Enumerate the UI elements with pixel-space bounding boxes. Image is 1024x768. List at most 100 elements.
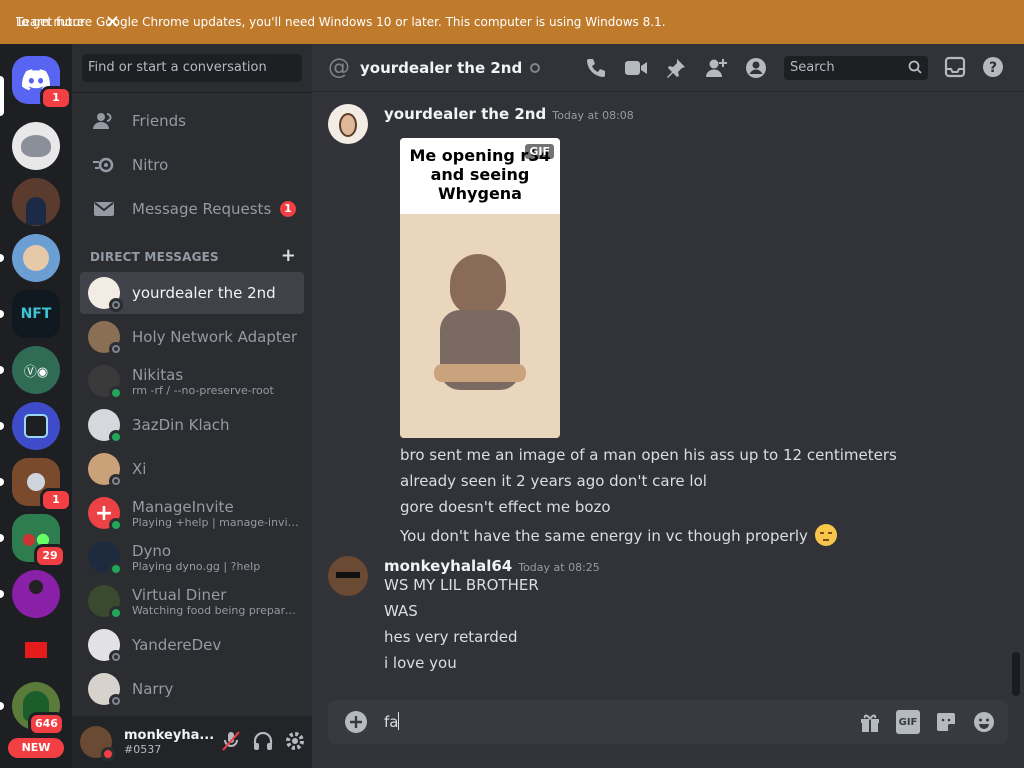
avatar — [88, 277, 123, 312]
video-call-icon[interactable] — [624, 56, 648, 80]
dm-name: ManageInvite — [132, 497, 234, 516]
help-icon[interactable]: ? — [982, 56, 1004, 82]
nav-friends[interactable]: Friends — [80, 100, 304, 142]
gift-icon[interactable] — [858, 710, 882, 734]
status-offline — [109, 650, 123, 664]
gif-picker-button[interactable]: GIF — [896, 710, 920, 734]
server-icon[interactable] — [12, 122, 60, 170]
avatar — [88, 629, 123, 664]
dm-item[interactable]: Nikitas rm -rf / --no-preserve-root — [80, 360, 304, 402]
avatar — [88, 541, 123, 576]
unread-pill — [0, 590, 4, 598]
status-online — [109, 430, 123, 444]
dm-sidebar: Find or start a conversation Friends Nit… — [72, 44, 312, 768]
message-group: monkeyhalal64 Today at 08:25 WS MY LIL BR… — [328, 556, 1008, 686]
dm-item[interactable]: Virtual Diner Watching food being prepare… — [80, 580, 304, 622]
dm-status-text: Playing dyno.gg | ?help — [132, 559, 261, 573]
svg-text:?: ? — [989, 60, 997, 76]
server-badge: 29 — [34, 544, 66, 568]
dm-item[interactable]: + ManageInvite Playing +help | manage-inv… — [80, 492, 304, 534]
nav-label: Nitro — [132, 156, 169, 174]
status-offline — [109, 474, 123, 488]
status-online — [109, 606, 123, 620]
message-text: WS MY LIL BROTHER — [384, 576, 539, 594]
message-text: You don't have the same energy in vc tho… — [400, 527, 808, 545]
message-input[interactable]: fa — [384, 712, 400, 731]
add-friend-to-dm-icon[interactable] — [704, 56, 728, 80]
server-icon[interactable] — [12, 402, 60, 450]
channel-title: yourdealer the 2nd — [360, 58, 523, 77]
avatar — [88, 365, 123, 400]
nav-message-requests[interactable]: Message Requests 1 — [80, 188, 304, 230]
unread-pill — [0, 534, 4, 542]
dm-item[interactable]: Dyno Playing dyno.gg | ?help — [80, 536, 304, 578]
user-avatar[interactable] — [80, 726, 115, 761]
message-text: gore doesn't effect me bozo — [400, 498, 611, 516]
message-scrollbar[interactable] — [1012, 652, 1020, 696]
server-icon[interactable]: Ⓥ◉ — [12, 346, 60, 394]
avatar — [88, 673, 123, 708]
create-dm-plus-icon[interactable]: + — [281, 247, 296, 265]
mute-microphone-icon[interactable] — [220, 730, 242, 752]
pensive-face-emoji-icon — [814, 524, 837, 546]
status-offline — [109, 694, 123, 708]
message-text: i love you — [384, 654, 457, 672]
gif-label: GIF — [896, 710, 920, 734]
message-input-value: fa — [384, 713, 399, 731]
upload-plus-icon[interactable] — [344, 710, 368, 734]
status-online — [109, 386, 123, 400]
status-offline — [109, 342, 123, 356]
message-text-row: You don't have the same energy in vc tho… — [400, 524, 837, 546]
server-icon[interactable]: NFT — [12, 290, 60, 338]
server-icon[interactable] — [12, 570, 60, 618]
dm-name: Virtual Diner — [132, 585, 227, 604]
search-input[interactable]: Search — [784, 56, 928, 80]
author-avatar[interactable] — [328, 104, 368, 144]
server-icon[interactable] — [12, 178, 60, 226]
dm-status-text: Playing +help | manage-invite.... — [132, 515, 302, 529]
server-icon[interactable] — [12, 234, 60, 282]
avatar — [88, 453, 123, 488]
inbox-icon[interactable] — [944, 56, 966, 82]
gif-tag: GIF — [525, 144, 554, 159]
nitro-icon — [92, 153, 116, 177]
envelope-icon — [92, 197, 116, 221]
search-placeholder: Search — [790, 60, 835, 75]
author-name[interactable]: monkeyhalal64 — [384, 557, 512, 575]
user-info[interactable]: monkeyha... #0537 — [124, 728, 214, 756]
server-badge: 1 — [40, 488, 72, 512]
message-requests-badge: 1 — [280, 201, 296, 217]
dm-section-header: DIRECT MESSAGES + — [90, 247, 296, 265]
friends-icon — [92, 109, 116, 133]
dm-name: yourdealer the 2nd — [132, 284, 276, 302]
dm-item[interactable]: YandereDev — [80, 624, 304, 666]
dm-name: YandereDev — [132, 636, 222, 654]
headphones-icon[interactable] — [252, 730, 274, 752]
settings-gear-icon[interactable] — [284, 730, 306, 752]
gif-embed[interactable]: Me opening r34 and seeing Whygena GIF — [400, 138, 560, 438]
voice-call-icon[interactable] — [584, 56, 608, 80]
update-banner: To get future Google Chrome updates, you… — [0, 0, 1024, 44]
dm-item[interactable]: Narry — [80, 668, 304, 710]
dm-header-label: DIRECT MESSAGES — [90, 250, 219, 264]
banner-message: To get future Google Chrome updates, you… — [16, 15, 666, 29]
author-name[interactable]: yourdealer the 2nd — [384, 105, 546, 123]
nav-label: Message Requests — [132, 200, 272, 218]
dm-item[interactable]: 3azDin Klach — [80, 404, 304, 446]
dm-item[interactable]: yourdealer the 2nd — [80, 272, 304, 314]
sticker-icon[interactable] — [934, 710, 958, 734]
dm-item[interactable]: Holy Network Adapter — [80, 316, 304, 358]
dm-name: Narry — [132, 680, 174, 698]
nav-nitro[interactable]: Nitro — [80, 144, 304, 186]
message-list: yourdealer the 2nd Today at 08:08 Me open… — [312, 92, 1024, 696]
dm-item[interactable]: Xi — [80, 448, 304, 490]
nav-label: Friends — [132, 112, 186, 130]
pinned-messages-icon[interactable] — [664, 56, 688, 80]
user-profile-icon[interactable] — [744, 56, 768, 80]
dm-name: 3azDin Klach — [132, 416, 230, 434]
server-icon[interactable] — [12, 626, 60, 674]
author-avatar[interactable] — [328, 556, 368, 596]
dm-status-text: Watching food being prepared! — [132, 603, 302, 617]
find-conversation-input[interactable]: Find or start a conversation — [82, 54, 302, 82]
emoji-picker-icon[interactable] — [972, 710, 996, 734]
